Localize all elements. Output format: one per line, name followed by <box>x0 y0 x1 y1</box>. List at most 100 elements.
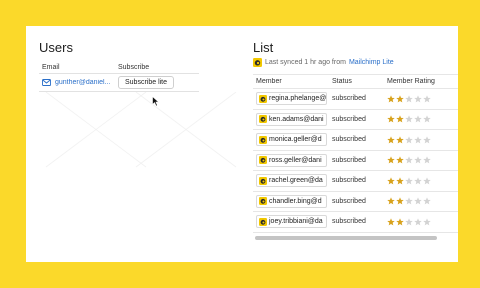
user-email: gunther@daniel... <box>55 79 111 86</box>
rating-stars[interactable] <box>387 177 455 185</box>
mailchimp-logo-icon <box>259 217 267 226</box>
horizontal-scrollbar[interactable] <box>255 235 437 240</box>
star-icon[interactable] <box>396 95 404 103</box>
star-icon[interactable] <box>405 95 413 103</box>
rating-cell[interactable] <box>385 95 455 103</box>
status-cell: subscribed <box>332 177 366 185</box>
star-icon[interactable] <box>396 197 404 205</box>
member-field[interactable]: ross.geller@dani <box>256 153 327 167</box>
star-icon[interactable] <box>387 136 395 144</box>
member-field[interactable]: ken.adams@dani <box>256 112 327 126</box>
star-icon[interactable] <box>387 218 395 226</box>
sync-text: Last synced 1 hr ago from <box>265 59 346 66</box>
member-cell: monica.geller@d <box>253 133 330 147</box>
star-icon[interactable] <box>405 115 413 123</box>
member-field[interactable]: monica.geller@d <box>256 133 327 147</box>
member-field[interactable]: rachel.green@da <box>256 174 327 188</box>
status-cell: subscribed <box>332 115 366 123</box>
member-cell: joey.tribbiani@da <box>253 215 330 229</box>
member-email: ross.geller@dani <box>269 156 322 164</box>
star-icon[interactable] <box>405 136 413 144</box>
table-row: joey.tribbiani@da subscribed <box>253 212 458 233</box>
rating-column-header: Member Rating <box>387 78 435 85</box>
star-icon[interactable] <box>414 156 422 164</box>
star-icon[interactable] <box>414 115 422 123</box>
star-icon[interactable] <box>387 156 395 164</box>
member-email: joey.tribbiani@da <box>269 218 323 226</box>
member-email: regina.phelange@ <box>269 95 327 103</box>
email-column-header: Email <box>42 64 60 71</box>
table-row: rachel.green@da subscribed <box>253 171 458 192</box>
star-icon[interactable] <box>396 136 404 144</box>
rating-stars[interactable] <box>387 156 455 164</box>
faint-background-lines <box>45 92 237 168</box>
table-row: monica.geller@d subscribed <box>253 130 458 151</box>
star-icon[interactable] <box>387 95 395 103</box>
mailchimp-link[interactable]: Mailchimp Lite <box>349 59 394 66</box>
star-icon[interactable] <box>423 197 431 205</box>
status-column-header: Status <box>332 78 352 85</box>
star-icon[interactable] <box>396 177 404 185</box>
star-icon[interactable] <box>423 156 431 164</box>
star-icon[interactable] <box>387 115 395 123</box>
rating-cell[interactable] <box>385 197 455 205</box>
rating-stars[interactable] <box>387 197 455 205</box>
status-cell: subscribed <box>332 95 366 103</box>
envelope-icon <box>42 79 51 86</box>
star-icon[interactable] <box>405 197 413 205</box>
star-icon[interactable] <box>387 197 395 205</box>
star-icon[interactable] <box>396 218 404 226</box>
rating-stars[interactable] <box>387 218 455 226</box>
user-email-cell[interactable]: gunther@daniel... <box>39 79 118 86</box>
users-panel: Users Email Subscribe gunther@daniel... … <box>39 40 199 92</box>
subscribe-column-header: Subscribe <box>118 64 150 71</box>
rating-stars[interactable] <box>387 95 455 103</box>
users-title: Users <box>39 40 73 55</box>
member-cell: ross.geller@dani <box>253 153 330 167</box>
sync-status: Last synced 1 hr ago from Mailchimp Lite <box>253 58 458 67</box>
mailchimp-logo-icon <box>259 94 267 103</box>
star-icon[interactable] <box>423 136 431 144</box>
star-icon[interactable] <box>405 218 413 226</box>
star-icon[interactable] <box>396 115 404 123</box>
member-cell: chandler.bing@d <box>253 194 330 208</box>
member-email: monica.geller@d <box>269 136 322 144</box>
star-icon[interactable] <box>405 177 413 185</box>
status-cell: subscribed <box>332 197 366 205</box>
rating-stars[interactable] <box>387 115 455 123</box>
status-cell: subscribed <box>332 218 366 226</box>
rating-cell[interactable] <box>385 156 455 164</box>
rating-stars[interactable] <box>387 136 455 144</box>
rating-cell[interactable] <box>385 177 455 185</box>
star-icon[interactable] <box>423 177 431 185</box>
table-row: regina.phelange@ subscribed <box>253 89 458 110</box>
rating-cell[interactable] <box>385 115 455 123</box>
rating-cell[interactable] <box>385 218 455 226</box>
member-rows: regina.phelange@ subscribed ken.adams@dani… <box>253 89 458 233</box>
star-icon[interactable] <box>414 177 422 185</box>
member-email: rachel.green@da <box>269 177 323 185</box>
users-table-header: Email Subscribe <box>39 64 199 74</box>
star-icon[interactable] <box>414 136 422 144</box>
member-field[interactable]: joey.tribbiani@da <box>256 215 327 229</box>
table-row: ken.adams@dani subscribed <box>253 110 458 130</box>
star-icon[interactable] <box>414 95 422 103</box>
status-cell: subscribed <box>332 136 366 144</box>
star-icon[interactable] <box>423 95 431 103</box>
member-field[interactable]: chandler.bing@d <box>256 194 327 208</box>
star-icon[interactable] <box>405 156 413 164</box>
rating-cell[interactable] <box>385 136 455 144</box>
mouse-pointer-icon <box>152 96 160 107</box>
table-row: gunther@daniel... Subscribe lite <box>39 74 199 92</box>
member-email: ken.adams@dani <box>269 115 324 123</box>
members-table-header: Member Status Member Rating <box>253 75 458 89</box>
member-field[interactable]: regina.phelange@ <box>256 92 327 106</box>
star-icon[interactable] <box>414 218 422 226</box>
subscribe-lite-button[interactable]: Subscribe lite <box>118 76 175 89</box>
star-icon[interactable] <box>387 177 395 185</box>
star-icon[interactable] <box>414 197 422 205</box>
star-icon[interactable] <box>396 156 404 164</box>
member-email: chandler.bing@d <box>269 197 322 205</box>
star-icon[interactable] <box>423 218 431 226</box>
star-icon[interactable] <box>423 115 431 123</box>
